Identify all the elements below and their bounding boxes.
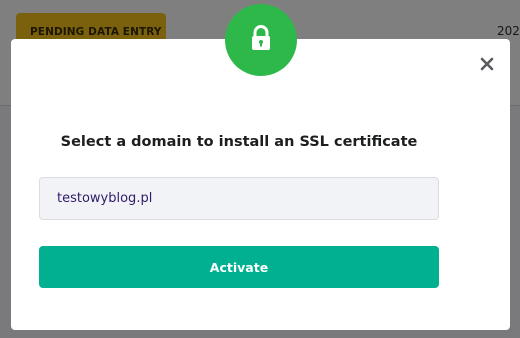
close-icon[interactable] <box>480 56 494 75</box>
modal-title: Select a domain to install an SSL certif… <box>60 134 418 150</box>
lock-badge <box>225 4 297 76</box>
lock-icon <box>250 25 272 55</box>
domain-select[interactable]: testowyblog.pl <box>39 177 439 220</box>
close-button[interactable] <box>476 54 498 76</box>
ssl-install-modal: Select a domain to install an SSL certif… <box>11 39 510 330</box>
activate-button[interactable]: Activate <box>39 246 439 288</box>
